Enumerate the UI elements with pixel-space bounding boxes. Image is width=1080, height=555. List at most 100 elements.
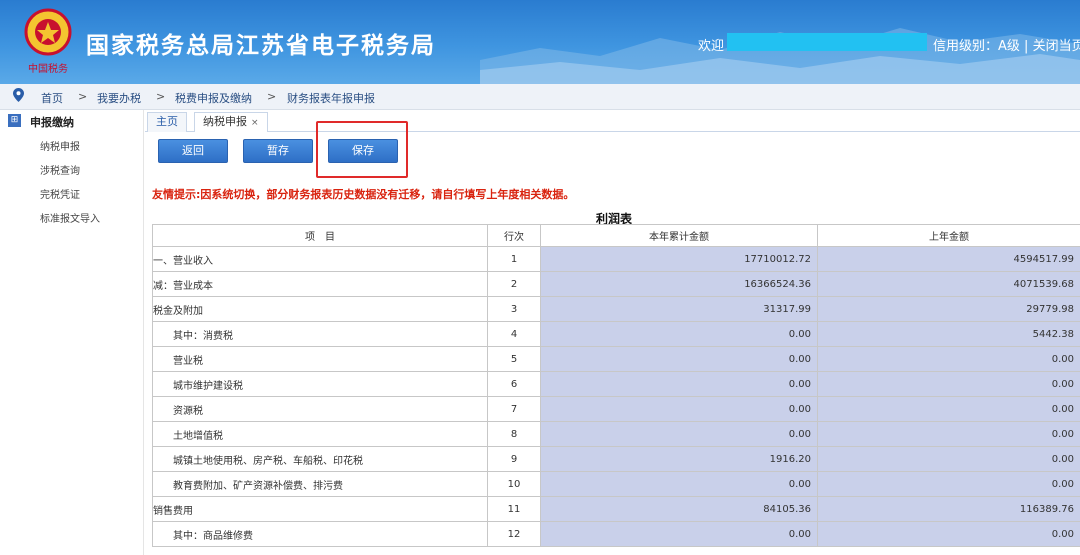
breadcrumb-separator: > (156, 90, 166, 103)
previous-amount-cell[interactable]: 4071539.68 (817, 271, 1080, 297)
table-row: 营业税 5 0.00 0.00 (152, 346, 1080, 372)
credit-level: 信用级别：A级 (933, 39, 1020, 54)
breadcrumb: 首页 > 我要办税 > 税费申报及缴纳 > 财务报表年报申报 (0, 84, 1080, 110)
row-line-number: 9 (487, 446, 541, 472)
back-button[interactable]: 返回 (158, 139, 228, 163)
save-draft-button[interactable]: 暂存 (243, 139, 313, 163)
previous-amount-cell[interactable]: 0.00 (817, 396, 1080, 422)
breadcrumb-do-tax[interactable]: 我要办税 (97, 90, 141, 106)
row-item-name: 教育费附加、矿产资源补偿费、排污费 (152, 471, 488, 497)
row-item-name: 减：营业成本 (152, 271, 488, 297)
menu-grid-icon: ⊞ (8, 114, 21, 127)
breadcrumb-tax-declaration[interactable]: 税费申报及缴纳 (175, 90, 252, 106)
tab-tax-declaration[interactable]: 纳税申报 × (194, 112, 268, 132)
previous-amount-cell[interactable]: 29779.98 (817, 296, 1080, 322)
row-line-number: 11 (487, 496, 541, 522)
row-line-number: 6 (487, 371, 541, 397)
previous-amount-cell[interactable]: 5442.38 (817, 321, 1080, 347)
table-row: 销售费用 11 84105.36 116389.76 (152, 496, 1080, 522)
row-item-name: 税金及附加 (152, 296, 488, 322)
tip-message: 友情提示:因系统切换，部分财务报表历史数据没有迁移，请自行填写上年度相关数据。 (152, 188, 575, 201)
table-row: 其中：商品维修费 12 0.00 0.00 (152, 521, 1080, 547)
breadcrumb-home[interactable]: 首页 (41, 90, 63, 106)
current-amount-cell[interactable]: 84105.36 (540, 496, 818, 522)
current-amount-cell[interactable]: 0.00 (540, 321, 818, 347)
row-item-name: 城镇土地使用税、房产税、车船税、印花税 (152, 446, 488, 472)
row-item-name: 其中：商品维修费 (152, 521, 488, 547)
current-amount-cell[interactable]: 0.00 (540, 371, 818, 397)
location-pin-icon (13, 88, 24, 102)
row-item-name: 城市维护建设税 (152, 371, 488, 397)
income-statement-table: 项 目 行次 本年累计金额 上年金额 一、营业收入 1 17710012.72 459… (152, 224, 1080, 547)
current-amount-cell[interactable]: 16366524.36 (540, 271, 818, 297)
row-line-number: 4 (487, 321, 541, 347)
redacted-username (727, 33, 927, 51)
breadcrumb-financial-report: 财务报表年报申报 (287, 92, 375, 105)
column-header-item: 项 目 (152, 224, 488, 247)
header-divider: | (1024, 39, 1033, 54)
tab-home[interactable]: 主页 (147, 112, 187, 132)
table-row: 土地增值税 8 0.00 0.00 (152, 421, 1080, 447)
sidebar-item-tax-certificate[interactable]: 完税凭证 (40, 186, 80, 201)
sidebar-section-label: 申报缴纳 (30, 116, 74, 129)
row-line-number: 5 (487, 346, 541, 372)
previous-amount-cell[interactable]: 0.00 (817, 421, 1080, 447)
row-line-number: 8 (487, 421, 541, 447)
row-item-name: 资源税 (152, 396, 488, 422)
sidebar-section-header[interactable]: ⊞ 申报缴纳 (0, 110, 144, 132)
table-row: 税金及附加 3 31317.99 29779.98 (152, 296, 1080, 322)
tax-emblem-logo: 中国税务 (18, 6, 78, 78)
site-title: 国家税务总局江苏省电子税务局 (86, 33, 436, 59)
table-row: 城市维护建设税 6 0.00 0.00 (152, 371, 1080, 397)
column-header-previous: 上年金额 (817, 224, 1080, 247)
tab-tax-declaration-label: 纳税申报 (203, 115, 247, 128)
close-icon[interactable]: × (251, 118, 259, 128)
previous-amount-cell[interactable]: 0.00 (817, 446, 1080, 472)
current-amount-cell[interactable]: 0.00 (540, 471, 818, 497)
previous-amount-cell[interactable]: 4594517.99 (817, 246, 1080, 272)
current-amount-cell[interactable]: 17710012.72 (540, 246, 818, 272)
breadcrumb-separator: > (267, 90, 277, 103)
tab-bar: 主页 纳税申报 × (145, 110, 1080, 132)
sidebar-item-tax-declaration[interactable]: 纳税申报 (40, 138, 80, 153)
row-line-number: 12 (487, 521, 541, 547)
table-header-row: 项 目 行次 本年累计金额 上年金额 (152, 224, 1080, 247)
close-page-link[interactable]: 关闭当页 (1033, 39, 1080, 54)
row-item-name: 土地增值税 (152, 421, 488, 447)
row-item-name: 销售费用 (152, 496, 488, 522)
row-line-number: 2 (487, 271, 541, 297)
row-item-name: 其中：消费税 (152, 321, 488, 347)
previous-amount-cell[interactable]: 0.00 (817, 521, 1080, 547)
breadcrumb-separator: > (78, 90, 88, 103)
table-row: 资源税 7 0.00 0.00 (152, 396, 1080, 422)
save-button-highlight (316, 121, 408, 178)
sidebar-item-tax-query[interactable]: 涉税查询 (40, 162, 80, 177)
previous-amount-cell[interactable]: 0.00 (817, 371, 1080, 397)
table-row: 其中：消费税 4 0.00 5442.38 (152, 321, 1080, 347)
column-header-current: 本年累计金额 (540, 224, 818, 247)
current-amount-cell[interactable]: 0.00 (540, 421, 818, 447)
row-item-name: 一、营业收入 (152, 246, 488, 272)
previous-amount-cell[interactable]: 0.00 (817, 346, 1080, 372)
site-header: 中国税务 国家税务总局江苏省电子税务局 欢迎 信用级别：A级 | 关闭当页 (0, 0, 1080, 84)
current-amount-cell[interactable]: 0.00 (540, 396, 818, 422)
current-amount-cell[interactable]: 31317.99 (540, 296, 818, 322)
row-item-name: 营业税 (152, 346, 488, 372)
previous-amount-cell[interactable]: 0.00 (817, 471, 1080, 497)
table-row: 一、营业收入 1 17710012.72 4594517.99 (152, 246, 1080, 272)
current-amount-cell[interactable]: 0.00 (540, 521, 818, 547)
logo-caption: 中国税务 (28, 62, 68, 75)
sidebar: ⊞ 申报缴纳 纳税申报 涉税查询 完税凭证 标准报文导入 (0, 110, 144, 555)
column-header-line: 行次 (487, 224, 541, 247)
row-line-number: 10 (487, 471, 541, 497)
row-line-number: 7 (487, 396, 541, 422)
tab-home-label: 主页 (156, 115, 178, 128)
table-row: 城镇土地使用税、房产税、车船税、印花税 9 1916.20 0.00 (152, 446, 1080, 472)
credit-level-area: 信用级别：A级 | 关闭当页 (933, 35, 1080, 54)
welcome-text: 欢迎 (698, 39, 725, 54)
previous-amount-cell[interactable]: 116389.76 (817, 496, 1080, 522)
current-amount-cell[interactable]: 1916.20 (540, 446, 818, 472)
sidebar-item-message-import[interactable]: 标准报文导入 (40, 210, 100, 225)
row-line-number: 1 (487, 246, 541, 272)
current-amount-cell[interactable]: 0.00 (540, 346, 818, 372)
